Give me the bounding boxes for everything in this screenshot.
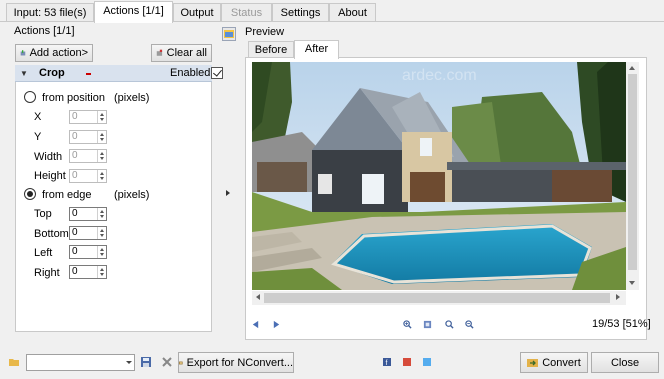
- width-spin-arrows: [97, 150, 106, 162]
- bottom-spin-arrows[interactable]: [97, 227, 106, 239]
- chevron-down-icon[interactable]: [126, 361, 132, 364]
- close-label: Close: [610, 356, 640, 369]
- delete-icon[interactable]: [162, 357, 172, 367]
- bottom-input[interactable]: 0: [69, 226, 107, 240]
- bottom-label: Bottom: [34, 228, 69, 240]
- clear-all-label: Clear all: [166, 47, 207, 59]
- zoom-in-icon[interactable]: [403, 320, 412, 329]
- panel-splitter-arrow-icon[interactable]: [226, 190, 230, 196]
- top-input[interactable]: 0: [69, 207, 107, 221]
- clear-icon: [156, 49, 163, 56]
- clear-all-button[interactable]: Clear all: [151, 44, 212, 62]
- scroll-left-icon[interactable]: [256, 294, 260, 300]
- folder-icon[interactable]: [9, 357, 19, 367]
- top-label: Top: [34, 208, 52, 220]
- preview-image: ardec.com: [252, 62, 626, 290]
- width-input: 0: [69, 149, 107, 163]
- crop-action-name: Crop: [39, 67, 65, 79]
- height-spin-arrows: [97, 170, 106, 182]
- tab-before[interactable]: Before: [248, 41, 294, 58]
- right-spin-arrows[interactable]: [97, 266, 106, 278]
- watermark-text: ardec.com: [402, 67, 477, 84]
- y-label: Y: [34, 131, 42, 143]
- left-spin-arrows[interactable]: [97, 246, 106, 258]
- zoom-out-icon[interactable]: [465, 320, 474, 329]
- scroll-down-icon[interactable]: [629, 281, 635, 285]
- crop-settings-panel: [15, 82, 212, 332]
- vertical-scroll-thumb[interactable]: [628, 74, 637, 270]
- from-position-radio[interactable]: [24, 91, 36, 103]
- left-label: Left: [34, 247, 53, 259]
- export-nconvert-button[interactable]: Export for NConvert...: [178, 352, 294, 373]
- preview-title: Preview: [245, 26, 285, 38]
- from-edge-radio[interactable]: [24, 188, 36, 200]
- height-label: Height: [34, 170, 66, 182]
- tab-input[interactable]: Input: 53 file(s): [6, 3, 94, 22]
- from-position-label: from position: [42, 92, 105, 104]
- left-input[interactable]: 0: [69, 245, 107, 259]
- from-position-unit: (pixels): [114, 92, 150, 104]
- remove-action-icon[interactable]: [86, 73, 91, 75]
- horizontal-scroll-thumb[interactable]: [264, 293, 610, 303]
- y-input: 0: [69, 130, 107, 144]
- tab-about[interactable]: About: [329, 3, 376, 22]
- export-label: Export for NConvert...: [186, 356, 293, 369]
- right-label: Right: [34, 267, 60, 279]
- next-image-icon[interactable]: [272, 320, 281, 329]
- from-edge-label: from edge: [42, 189, 92, 201]
- actions-title: Actions [1/1]: [14, 25, 75, 37]
- scroll-up-icon[interactable]: [629, 66, 635, 70]
- enabled-checkbox[interactable]: [211, 67, 223, 79]
- tab-status: Status: [221, 3, 272, 22]
- svg-text:f: f: [386, 360, 388, 366]
- save-icon[interactable]: [141, 357, 151, 367]
- x-label: X: [34, 111, 42, 123]
- twitter-icon[interactable]: [423, 358, 431, 366]
- width-label: Width: [34, 151, 63, 163]
- tab-after[interactable]: After: [294, 40, 339, 59]
- tab-output[interactable]: Output: [173, 3, 221, 22]
- from-edge-unit: (pixels): [114, 189, 150, 201]
- tab-settings[interactable]: Settings: [272, 3, 329, 22]
- add-action-button[interactable]: Add action>: [15, 44, 93, 62]
- convert-icon: [527, 359, 539, 367]
- convert-button[interactable]: Convert: [520, 352, 588, 373]
- height-input: 0: [69, 169, 107, 183]
- collapse-arrow-icon[interactable]: ▼: [20, 69, 28, 78]
- previous-image-icon[interactable]: [251, 320, 260, 329]
- toggle-preview-icon[interactable]: [222, 27, 236, 41]
- image-counter: 19/53 [51%]: [592, 318, 651, 330]
- enabled-label: Enabled: [170, 67, 211, 79]
- top-spin-arrows[interactable]: [97, 208, 106, 220]
- zoom-actual-icon[interactable]: [445, 320, 454, 329]
- scroll-right-icon[interactable]: [616, 294, 620, 300]
- add-action-label: Add action>: [29, 47, 88, 59]
- close-button[interactable]: Close: [591, 352, 659, 373]
- x-spin-arrows: [97, 111, 106, 123]
- y-spin-arrows: [97, 131, 106, 143]
- output-format-combo[interactable]: [26, 354, 135, 371]
- right-input[interactable]: 0: [69, 265, 107, 279]
- google-plus-icon[interactable]: [403, 358, 411, 366]
- tab-actions[interactable]: Actions [1/1]: [94, 1, 173, 23]
- crop-action-header[interactable]: ▼ Crop Enabled: [15, 65, 223, 82]
- add-icon: [20, 49, 26, 55]
- convert-label: Convert: [542, 356, 581, 369]
- export-icon: [179, 361, 183, 364]
- facebook-icon[interactable]: f: [383, 358, 391, 366]
- fit-window-icon[interactable]: [423, 320, 432, 329]
- x-input: 0: [69, 110, 107, 124]
